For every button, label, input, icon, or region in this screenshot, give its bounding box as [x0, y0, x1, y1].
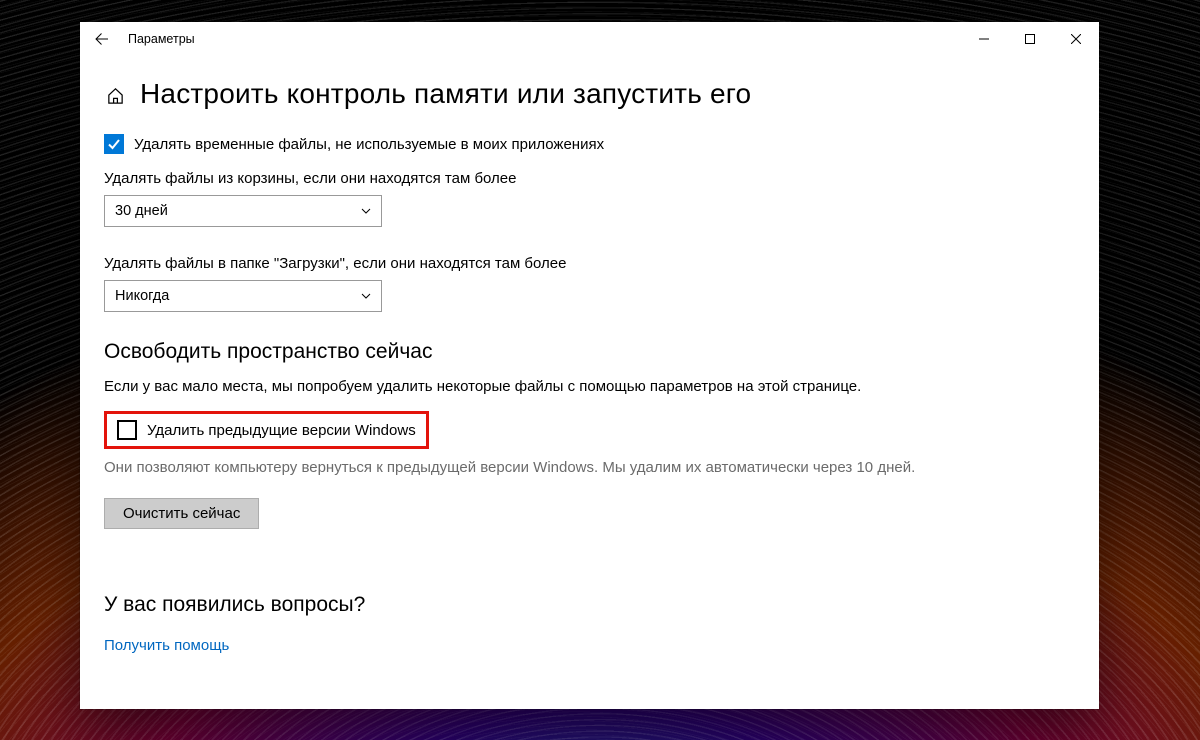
content-area: Настроить контроль памяти или запустить …: [80, 56, 1099, 709]
help-heading: У вас появились вопросы?: [104, 593, 1075, 617]
titlebar: Параметры: [80, 22, 1099, 56]
free-now-description: Если у вас мало места, мы попробуем удал…: [104, 378, 1075, 395]
maximize-button[interactable]: [1007, 22, 1053, 56]
page-title: Настроить контроль памяти или запустить …: [140, 78, 751, 110]
clean-now-button[interactable]: Очистить сейчас: [104, 498, 259, 529]
temp-files-checkbox-row[interactable]: Удалять временные файлы, не используемые…: [104, 134, 1075, 154]
recycle-bin-select[interactable]: 30 дней: [104, 195, 382, 227]
maximize-icon: [1025, 34, 1035, 44]
prev-versions-checkbox[interactable]: [117, 420, 137, 440]
minimize-icon: [979, 34, 989, 44]
temp-files-label: Удалять временные файлы, не используемые…: [134, 136, 604, 153]
prev-versions-label: Удалить предыдущие версии Windows: [147, 422, 416, 439]
settings-window: Параметры Настроить контроль памяти или …: [80, 22, 1099, 709]
get-help-link[interactable]: Получить помощь: [104, 637, 229, 654]
checkmark-icon: [107, 137, 121, 151]
back-button[interactable]: [80, 22, 124, 56]
downloads-value: Никогда: [115, 288, 169, 304]
downloads-label: Удалять файлы в папке "Загрузки", если о…: [104, 255, 1075, 272]
window-title: Параметры: [124, 32, 195, 46]
prev-versions-highlight: Удалить предыдущие версии Windows: [104, 411, 429, 449]
chevron-down-icon: [361, 291, 371, 301]
free-now-heading: Освободить пространство сейчас: [104, 340, 1075, 364]
prev-versions-note: Они позволяют компьютеру вернуться к пре…: [104, 459, 1075, 476]
downloads-select[interactable]: Никогда: [104, 280, 382, 312]
minimize-button[interactable]: [961, 22, 1007, 56]
recycle-bin-value: 30 дней: [115, 203, 168, 219]
home-icon: [106, 86, 125, 105]
chevron-down-icon: [361, 206, 371, 216]
close-button[interactable]: [1053, 22, 1099, 56]
recycle-bin-label: Удалять файлы из корзины, если они наход…: [104, 170, 1075, 187]
home-button[interactable]: [104, 84, 126, 106]
close-icon: [1071, 34, 1081, 44]
temp-files-checkbox[interactable]: [104, 134, 124, 154]
arrow-left-icon: [94, 31, 110, 47]
